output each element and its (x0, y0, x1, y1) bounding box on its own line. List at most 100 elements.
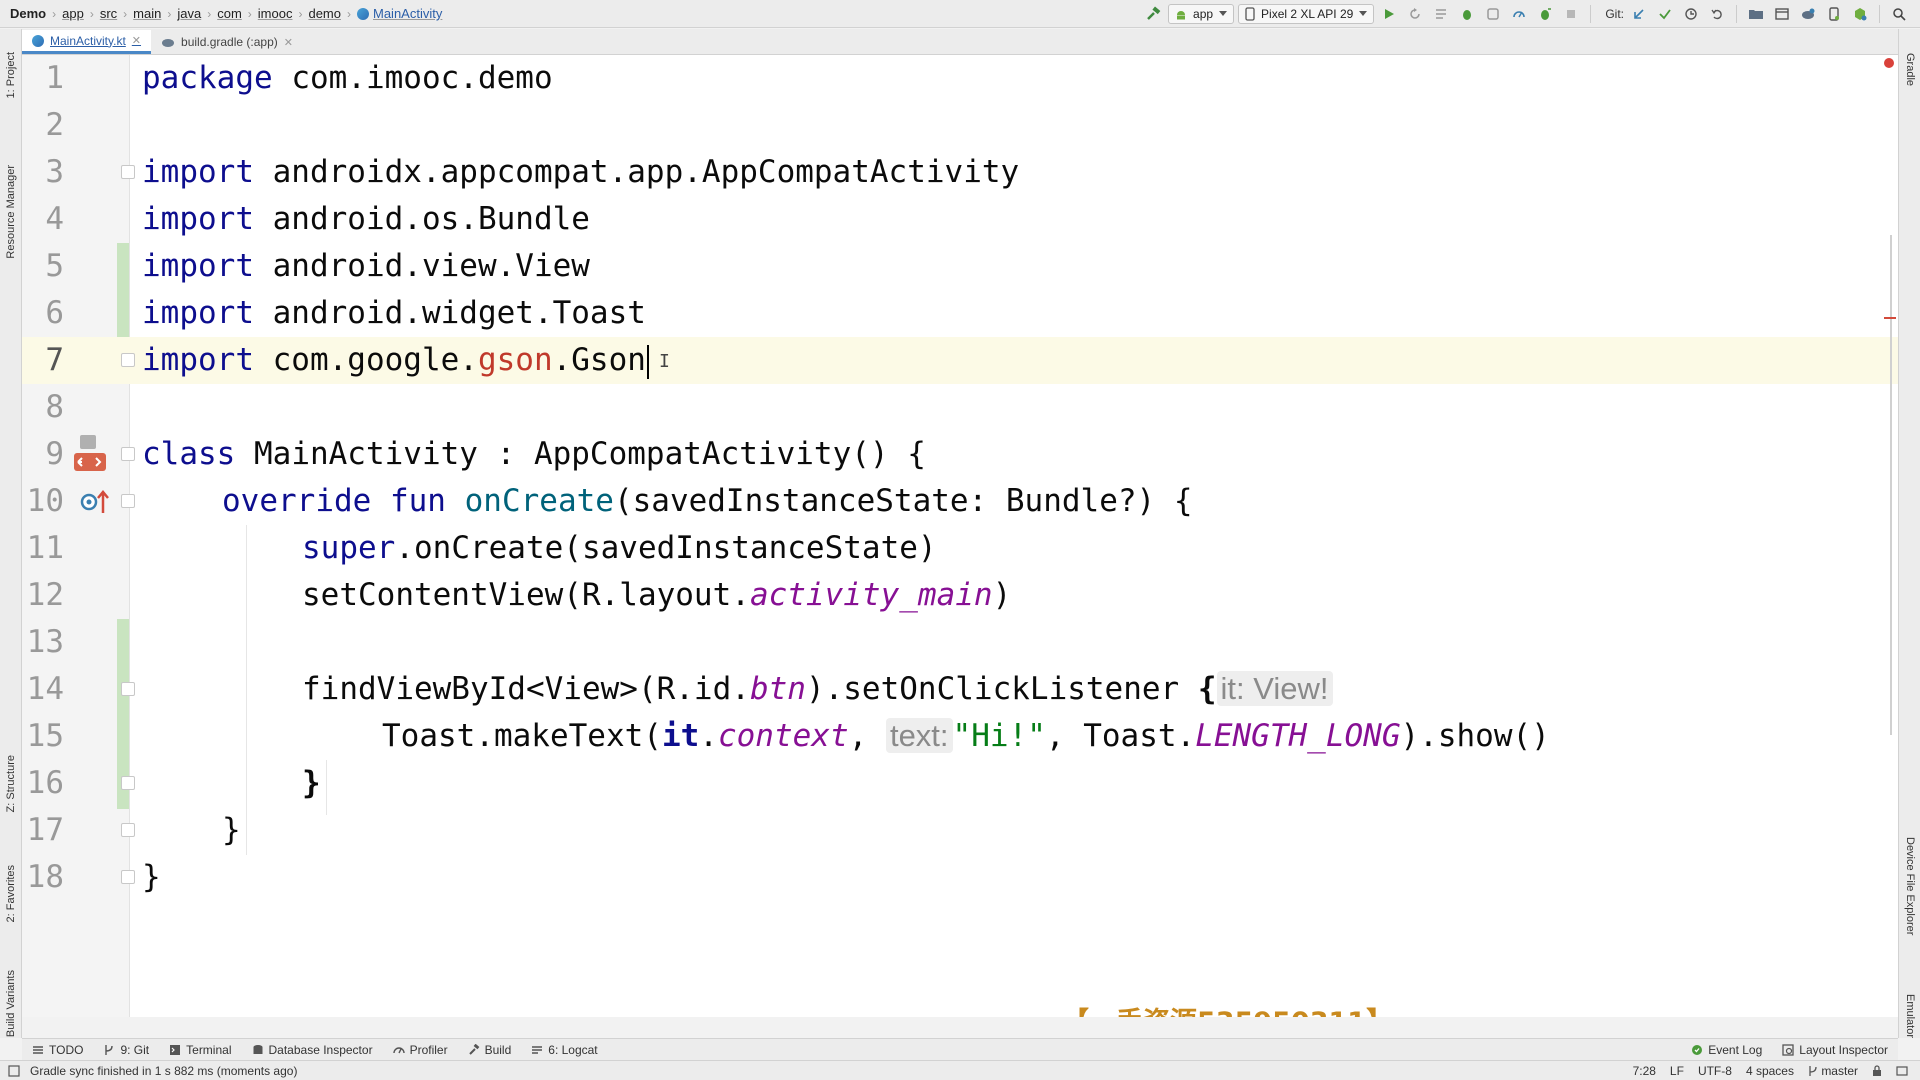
overrides-method-icon[interactable] (80, 487, 110, 517)
gradle-elephant-icon (162, 39, 175, 47)
build-tool-button[interactable]: Build (458, 1043, 522, 1057)
logcat-tool-button[interactable]: 6: Logcat (521, 1043, 607, 1057)
indent-setting[interactable]: 4 spaces (1746, 1064, 1794, 1078)
code-token: ).show() (1400, 718, 1550, 754)
git-rollback-button[interactable] (1706, 3, 1728, 25)
breadcrumb-item-main[interactable]: main (133, 6, 161, 21)
toggle-tool-windows-icon[interactable] (8, 1065, 20, 1077)
code-text: package com.imooc.demo (142, 60, 553, 96)
git-history-button[interactable] (1680, 3, 1702, 25)
breadcrumb-item-demo[interactable]: demo (308, 6, 341, 21)
tab-mainactivity-kt[interactable]: MainActivity.kt ✕ (22, 30, 152, 54)
line-number: 4 (45, 201, 64, 237)
apply-changes-restart-button[interactable] (1404, 3, 1426, 25)
profile-button[interactable] (1508, 3, 1530, 25)
gradle-tool-tab[interactable]: Gradle (1899, 35, 1920, 105)
breadcrumb-item-module[interactable]: app (62, 6, 84, 21)
breadcrumb-item-project[interactable]: Demo (10, 6, 46, 21)
code-line: 16 } (22, 760, 1898, 807)
sdk-manager-button[interactable] (1771, 3, 1793, 25)
build-variants-tool-tab[interactable]: Build Variants (0, 954, 22, 1054)
editor-scrollbar[interactable] (1884, 55, 1898, 1017)
memory-indicator-icon[interactable] (1896, 1065, 1908, 1077)
file-encoding[interactable]: UTF-8 (1698, 1064, 1732, 1078)
device-file-explorer-tool-tab[interactable]: Device File Explorer (1899, 799, 1920, 974)
tab-label: build.gradle (:app) (181, 35, 278, 49)
profiler-tool-button[interactable]: Profiler (383, 1043, 458, 1057)
fold-toggle-icon[interactable] (121, 447, 135, 461)
stop-icon (1567, 9, 1576, 18)
run-with-coverage-button[interactable] (1482, 3, 1504, 25)
git-update-button[interactable] (1628, 3, 1650, 25)
breadcrumb-item-mainactivity[interactable]: MainActivity (357, 6, 442, 21)
caret-position[interactable]: 7:28 (1633, 1064, 1656, 1078)
breadcrumb-item-imooc[interactable]: imooc (258, 6, 293, 21)
code-editor[interactable]: 1 package com.imooc.demo 2 3 import andr… (22, 55, 1898, 1017)
resource-manager-tool-tab[interactable]: Resource Manager (0, 134, 22, 289)
code-token: MainActivity : AppCompatActivity() { (235, 436, 926, 472)
debug-button[interactable] (1456, 3, 1478, 25)
error-stripe-marker[interactable] (1884, 317, 1896, 319)
git-tool-button[interactable]: 9: Git (93, 1043, 159, 1057)
close-icon[interactable]: ✕ (284, 36, 293, 49)
tab-build-gradle[interactable]: build.gradle (:app) ✕ (151, 30, 303, 54)
search-everywhere-button[interactable] (1888, 3, 1910, 25)
fold-toggle-icon[interactable] (121, 682, 135, 696)
string-literal: "Hi!" (952, 718, 1046, 754)
git-branch-widget[interactable]: master (1808, 1064, 1858, 1078)
layout-inspector-tool-button[interactable]: Layout Inspector (1772, 1043, 1898, 1057)
structure-tool-tab[interactable]: Z: Structure (0, 734, 22, 834)
status-message[interactable]: Gradle sync finished in 1 s 882 ms (mome… (30, 1064, 297, 1078)
fold-toggle-icon[interactable] (121, 165, 135, 179)
sdk-download-button[interactable] (1849, 3, 1871, 25)
attach-debugger-button[interactable] (1534, 3, 1556, 25)
breadcrumb-item-java[interactable]: java (177, 6, 201, 21)
list-icon (1436, 8, 1447, 19)
code-token: android.view.View (253, 248, 590, 284)
project-tool-tab[interactable]: 1: Project (0, 35, 22, 115)
event-log-tool-button[interactable]: Event Log (1681, 1043, 1772, 1057)
device-select[interactable]: Pixel 2 XL API 29 (1238, 3, 1375, 24)
breadcrumb-item-com[interactable]: com (217, 6, 242, 21)
emulator-tool-tab[interactable]: Emulator (1899, 979, 1920, 1054)
fold-toggle-icon[interactable] (121, 823, 135, 837)
code-line: 8 (22, 384, 1898, 431)
close-icon[interactable]: ✕ (132, 34, 141, 47)
error-indicator-icon[interactable] (1884, 58, 1894, 68)
fold-toggle-icon[interactable] (121, 776, 135, 790)
layout-related-files-icon[interactable] (72, 435, 106, 473)
lock-icon[interactable] (1872, 1064, 1882, 1077)
unresolved-reference[interactable]: gson (478, 342, 553, 378)
resource-reference: activity_main (749, 577, 993, 613)
fold-toggle-icon[interactable] (121, 870, 135, 884)
terminal-tool-button[interactable]: Terminal (159, 1043, 241, 1057)
fold-toggle-icon[interactable] (121, 494, 135, 508)
favorites-tool-tab[interactable]: 2: Favorites (0, 844, 22, 944)
code-text: } (222, 812, 241, 848)
fold-toggle-icon[interactable] (121, 353, 135, 367)
keyword: it (661, 718, 700, 754)
bug-icon (1463, 9, 1472, 20)
build-hammer-button[interactable] (1142, 3, 1164, 25)
coverage-icon (1487, 7, 1500, 20)
code-text: import android.widget.Toast (142, 295, 646, 331)
scrollbar-thumb[interactable] (1890, 235, 1892, 735)
database-inspector-tool-button[interactable]: Database Inspector (242, 1043, 383, 1057)
todo-tool-button[interactable]: TODO (22, 1043, 93, 1057)
inlay-parameter-hint: text: (885, 718, 953, 753)
git-commit-button[interactable] (1654, 3, 1676, 25)
main-toolbar: app Pixel 2 XL API 29 Git: (1142, 0, 1920, 28)
chevron-right-icon: › (207, 6, 212, 21)
apply-code-changes-button[interactable] (1430, 3, 1452, 25)
breadcrumb-item-src[interactable]: src (100, 6, 117, 21)
stop-button[interactable] (1560, 3, 1582, 25)
package-icon (1855, 7, 1867, 20)
avd-manager-button[interactable] (1823, 3, 1845, 25)
line-separator[interactable]: LF (1670, 1064, 1684, 1078)
database-icon (253, 1044, 262, 1054)
sync-gradle-button[interactable] (1797, 3, 1819, 25)
run-button[interactable] (1378, 3, 1400, 25)
project-structure-button[interactable] (1745, 3, 1767, 25)
breadcrumb: Demo › app › src › main › java › com › i… (0, 0, 442, 28)
run-config-select[interactable]: app (1168, 3, 1235, 24)
